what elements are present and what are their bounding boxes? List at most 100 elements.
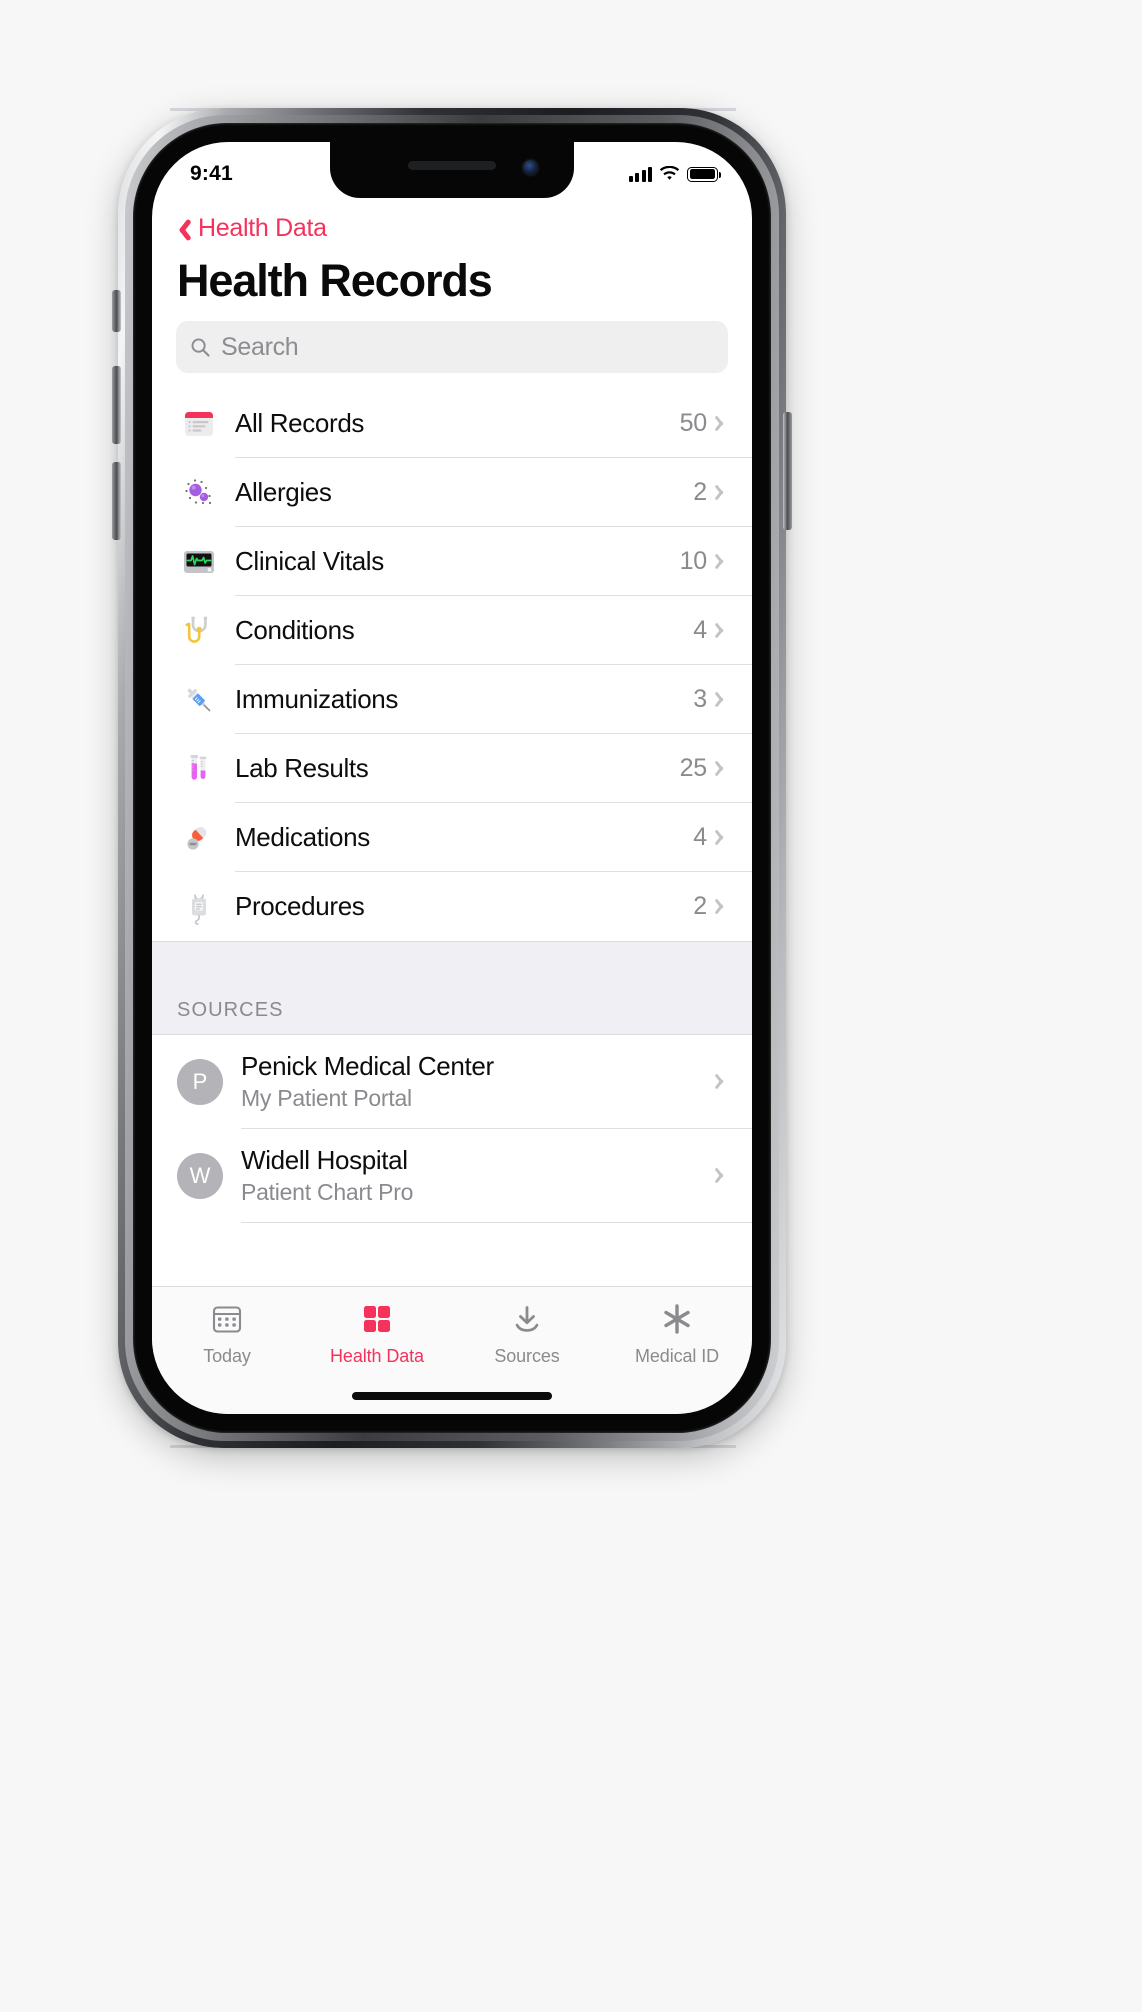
tab-sources[interactable]: Sources: [452, 1299, 602, 1367]
sources-section-header: SOURCES: [152, 941, 752, 1035]
pill-capsule-icon: [177, 816, 221, 860]
source-text-block: Penick Medical Center My Patient Portal: [241, 1051, 494, 1112]
calendar-icon: [209, 1299, 245, 1339]
record-count: 50: [679, 408, 708, 437]
side-power-button[interactable]: [783, 412, 792, 530]
source-row-widell-hospital[interactable]: W Widell Hospital Patient Chart Pro: [152, 1129, 752, 1223]
record-row-trailing: 50: [680, 409, 730, 438]
record-label: Medications: [235, 821, 370, 852]
phone-screen: 9:41 Health Data Health Records Search A…: [152, 142, 752, 1414]
source-text-block: Widell Hospital Patient Chart Pro: [241, 1145, 413, 1206]
record-row-content: Lab Results 25: [235, 734, 752, 803]
earpiece-speaker-icon: [408, 161, 496, 170]
search-input[interactable]: Search: [176, 321, 728, 373]
search-container: Search: [152, 321, 752, 389]
chevron-left-icon: [174, 216, 189, 242]
screenshot-stage: 9:41 Health Data Health Records Search A…: [0, 0, 1142, 2012]
mute-switch[interactable]: [112, 290, 121, 332]
volume-down-button[interactable]: [112, 462, 121, 540]
record-row-trailing: 3: [693, 685, 730, 714]
record-label: Lab Results: [235, 752, 369, 783]
chevron-right-icon: [719, 621, 730, 640]
tab-label: Sources: [494, 1346, 560, 1366]
avatar: P: [177, 1059, 223, 1105]
health-grid-icon: [359, 1299, 395, 1339]
record-row-immunizations[interactable]: Immunizations 3: [152, 665, 752, 734]
record-count: 2: [693, 892, 707, 920]
record-label: Allergies: [235, 476, 332, 507]
record-row-content: Allergies 2: [235, 458, 752, 527]
home-indicator[interactable]: [352, 1392, 552, 1400]
records-document-icon: [177, 402, 221, 446]
wifi-icon: [659, 166, 680, 180]
record-count: 25: [679, 753, 708, 782]
chevron-right-icon: [719, 1072, 730, 1091]
tab-health-data[interactable]: Health Data: [302, 1299, 452, 1367]
front-camera-icon: [523, 160, 538, 175]
record-count: 4: [693, 822, 707, 851]
tab-label: Health Data: [330, 1346, 424, 1366]
record-row-content: All Records 50: [235, 389, 752, 458]
source-row-penick-medical-center[interactable]: P Penick Medical Center My Patient Porta…: [152, 1035, 752, 1129]
search-placeholder: Search: [221, 332, 299, 361]
record-row-lab-results[interactable]: Lab Results 25: [152, 734, 752, 803]
chevron-right-icon: [719, 414, 730, 433]
back-button[interactable]: Health Data: [152, 198, 752, 247]
record-label: Clinical Vitals: [235, 545, 384, 576]
syringe-icon: [177, 678, 221, 722]
record-row-content: Immunizations 3: [235, 665, 752, 734]
test-tubes-icon: [177, 747, 221, 791]
search-icon: [191, 338, 210, 357]
display-notch: [330, 142, 574, 198]
status-time: 9:41: [190, 162, 233, 185]
avatar: W: [177, 1153, 223, 1199]
chevron-right-icon: [719, 828, 730, 847]
status-indicators: [628, 158, 722, 182]
tab-label: Medical ID: [634, 1346, 720, 1366]
record-label: Conditions: [235, 614, 355, 645]
record-row-procedures[interactable]: Procedures 2: [152, 872, 752, 941]
record-row-trailing: 2: [693, 478, 730, 507]
battery-full-icon: [687, 166, 722, 182]
cellular-bars-icon: [628, 166, 652, 182]
record-row-trailing: 2: [693, 892, 730, 921]
sources-section-title: SOURCES: [177, 999, 284, 1021]
chevron-right-icon: [719, 552, 730, 571]
record-row-trailing: 10: [680, 547, 730, 576]
iv-drip-icon: [177, 885, 221, 929]
record-row-conditions[interactable]: Conditions 4: [152, 596, 752, 665]
tab-medical-id[interactable]: Medical ID: [602, 1299, 752, 1367]
chevron-right-icon: [719, 897, 730, 916]
record-row-medications[interactable]: Medications 4: [152, 803, 752, 872]
tab-today[interactable]: Today: [152, 1299, 302, 1367]
record-row-trailing: 4: [693, 616, 730, 645]
chevron-right-icon: [719, 1166, 730, 1185]
source-row-content: Penick Medical Center My Patient Portal: [241, 1035, 752, 1129]
records-list: All Records 50 Allergies 2 Clinical Vita…: [152, 389, 752, 941]
chevron-right-icon: [719, 759, 730, 778]
record-row-clinical-vitals[interactable]: Clinical Vitals 10: [152, 527, 752, 596]
record-row-content: Clinical Vitals 10: [235, 527, 752, 596]
vitals-monitor-icon: [177, 540, 221, 584]
record-row-content: Conditions 4: [235, 596, 752, 665]
chevron-right-icon: [719, 690, 730, 709]
volume-up-button[interactable]: [112, 366, 121, 444]
record-label: All Records: [235, 407, 365, 438]
source-name: Penick Medical Center: [241, 1051, 494, 1081]
chevron-right-icon: [719, 483, 730, 502]
record-row-trailing: 4: [693, 823, 730, 852]
record-row-content: Medications 4: [235, 803, 752, 872]
record-count: 3: [693, 684, 707, 713]
back-button-label: Health Data: [198, 214, 327, 242]
record-row-content: Procedures 2: [235, 872, 752, 941]
record-count: 10: [679, 546, 708, 575]
record-row-all-records[interactable]: All Records 50: [152, 389, 752, 458]
record-label: Procedures: [235, 891, 365, 921]
source-subtitle: Patient Chart Pro: [241, 1179, 414, 1205]
record-count: 2: [693, 477, 707, 506]
tab-label: Today: [203, 1346, 251, 1366]
asterisk-medical-icon: [659, 1299, 695, 1339]
allergen-pollen-icon: [177, 471, 221, 515]
record-row-allergies[interactable]: Allergies 2: [152, 458, 752, 527]
source-row-content: Widell Hospital Patient Chart Pro: [241, 1129, 752, 1223]
